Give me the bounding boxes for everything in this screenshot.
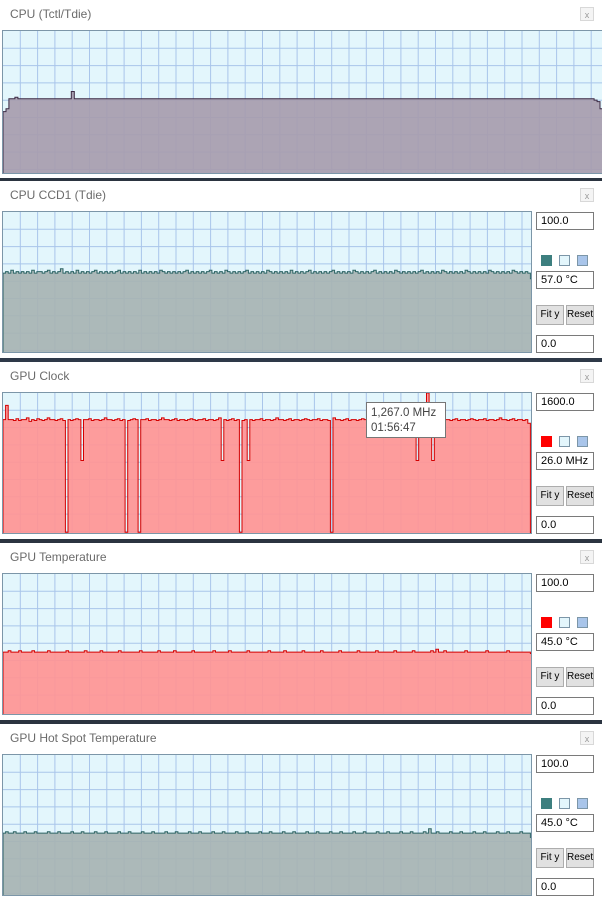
- series-area: [3, 91, 602, 173]
- reset-button[interactable]: Reset: [566, 667, 594, 687]
- current-value-field: 45.0 °C: [536, 814, 594, 832]
- background-color-swatch[interactable]: [559, 798, 570, 809]
- graph-color-swatch[interactable]: [541, 436, 552, 447]
- graph-color-swatch[interactable]: [541, 617, 552, 628]
- sensor-graph[interactable]: [2, 392, 532, 534]
- sensor-window-cpu-tctl: CPU (Tctl/Tdie) x: [0, 0, 602, 178]
- grid-color-swatch[interactable]: [577, 436, 588, 447]
- window-title: GPU Clock: [10, 369, 70, 383]
- graph-plot: [3, 212, 531, 352]
- graph-tooltip: 1,267.0 MHz 01:56:47: [366, 402, 446, 438]
- close-icon[interactable]: x: [580, 731, 594, 745]
- graph-plot: [3, 393, 531, 533]
- close-icon[interactable]: x: [580, 188, 594, 202]
- close-icon[interactable]: x: [580, 369, 594, 383]
- sensor-graph[interactable]: [2, 211, 532, 353]
- graph-plot: [3, 755, 531, 895]
- grid-color-swatch[interactable]: [577, 255, 588, 266]
- background-color-swatch[interactable]: [559, 617, 570, 628]
- min-value-field[interactable]: 0.0: [536, 516, 594, 534]
- sensor-graph[interactable]: [2, 30, 602, 174]
- max-value-field[interactable]: 100.0: [536, 755, 594, 773]
- graph-side-panel: 100.0 45.0 °C Fit y Reset 0.0: [536, 754, 596, 896]
- window-titlebar[interactable]: GPU Hot Spot Temperature x: [0, 724, 602, 752]
- min-value-field[interactable]: 0.0: [536, 335, 594, 353]
- min-value-field[interactable]: 0.0: [536, 697, 594, 715]
- sensor-window-cpu-ccd1: CPU CCD1 (Tdie) x 100.0 57.0 °C Fit y Re…: [0, 181, 602, 358]
- series-area: [3, 828, 531, 895]
- current-value-field: 26.0 MHz: [536, 452, 594, 470]
- graph-plot: [3, 574, 531, 714]
- sensor-graph[interactable]: [2, 573, 532, 715]
- grid-color-swatch[interactable]: [577, 798, 588, 809]
- graph-plot: [3, 31, 602, 173]
- reset-button[interactable]: Reset: [566, 486, 594, 506]
- current-value-field: 45.0 °C: [536, 633, 594, 651]
- window-titlebar[interactable]: CPU (Tctl/Tdie) x: [0, 0, 602, 28]
- grid-color-swatch[interactable]: [577, 617, 588, 628]
- graph-side-panel: 100.0 45.0 °C Fit y Reset 0.0: [536, 573, 596, 715]
- close-icon[interactable]: x: [580, 550, 594, 564]
- background-color-swatch[interactable]: [559, 436, 570, 447]
- max-value-field[interactable]: 100.0: [536, 574, 594, 592]
- reset-button[interactable]: Reset: [566, 848, 594, 868]
- fit-y-button[interactable]: Fit y: [536, 667, 564, 687]
- window-title: CPU CCD1 (Tdie): [10, 188, 107, 202]
- window-titlebar[interactable]: CPU CCD1 (Tdie) x: [0, 181, 602, 209]
- sensor-window-gpu-clock: GPU Clock x 1600.0 26.0 MHz Fit y Reset …: [0, 362, 602, 539]
- fit-y-button[interactable]: Fit y: [536, 305, 564, 325]
- fit-y-button[interactable]: Fit y: [536, 848, 564, 868]
- window-title: GPU Temperature: [10, 550, 107, 564]
- window-titlebar[interactable]: GPU Clock x: [0, 362, 602, 390]
- tooltip-value: 1,267.0 MHz: [371, 407, 437, 419]
- graph-side-panel: 1600.0 26.0 MHz Fit y Reset 0.0: [536, 392, 596, 534]
- sensor-graph[interactable]: [2, 754, 532, 896]
- series-area: [3, 268, 531, 352]
- graph-color-swatch[interactable]: [541, 798, 552, 809]
- background-color-swatch[interactable]: [559, 255, 570, 266]
- window-title: CPU (Tctl/Tdie): [10, 7, 92, 21]
- graph-color-swatch[interactable]: [541, 255, 552, 266]
- series-area: [3, 648, 531, 714]
- min-value-field[interactable]: 0.0: [536, 878, 594, 896]
- window-titlebar[interactable]: GPU Temperature x: [0, 543, 602, 571]
- max-value-field[interactable]: 1600.0: [536, 393, 594, 411]
- sensor-window-gpu-hotspot: GPU Hot Spot Temperature x 100.0 45.0 °C…: [0, 724, 602, 901]
- reset-button[interactable]: Reset: [566, 305, 594, 325]
- close-icon[interactable]: x: [580, 7, 594, 21]
- fit-y-button[interactable]: Fit y: [536, 486, 564, 506]
- graph-side-panel: 100.0 57.0 °C Fit y Reset 0.0: [536, 211, 596, 353]
- window-title: GPU Hot Spot Temperature: [10, 731, 157, 745]
- sensor-window-gpu-temperature: GPU Temperature x 100.0 45.0 °C Fit y Re…: [0, 543, 602, 720]
- max-value-field[interactable]: 100.0: [536, 212, 594, 230]
- current-value-field: 57.0 °C: [536, 271, 594, 289]
- tooltip-time: 01:56:47: [371, 422, 416, 434]
